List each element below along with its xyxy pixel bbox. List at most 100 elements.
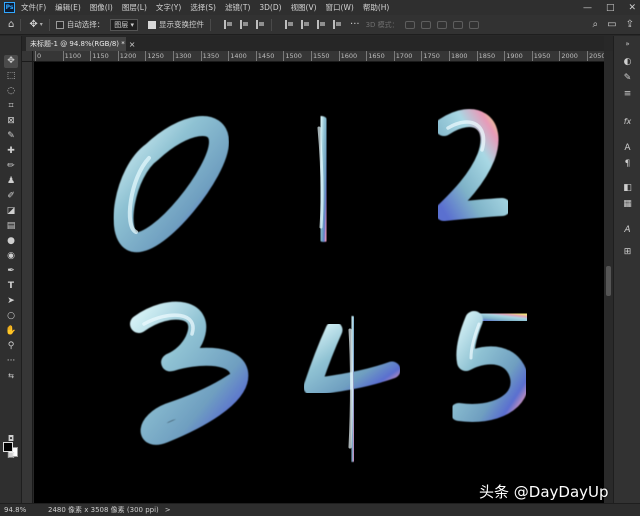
vertical-ruler[interactable] (22, 62, 33, 503)
menu-image[interactable]: 图像(I) (90, 2, 113, 13)
auto-select-target-dropdown[interactable]: 图层 ▾ (110, 18, 139, 31)
zoom-level[interactable]: 94.8% (4, 506, 48, 514)
ruler-tick (366, 51, 368, 61)
ruler-label: 1950 (533, 52, 551, 60)
align-right-icon[interactable] (256, 20, 265, 29)
dodge-tool-icon[interactable]: ◉ (4, 250, 18, 263)
collapse-icon[interactable]: » (621, 38, 634, 50)
history-brush-icon[interactable]: ✐ (4, 190, 18, 203)
align-top-icon[interactable] (285, 20, 294, 29)
frame-tool-icon[interactable]: ⊠ (4, 115, 18, 128)
ruler-label: 1450 (257, 52, 275, 60)
divider (271, 18, 273, 31)
scrollbar-thumb[interactable] (606, 266, 611, 296)
pen-tool-icon[interactable]: ✒ (4, 265, 18, 278)
document-tab[interactable]: 未标题-1 @ 94.8%(RGB/8) * × (26, 37, 135, 51)
ruler-tick (228, 51, 230, 61)
color-panel-icon[interactable]: ◐ (621, 56, 634, 68)
type-tool-icon[interactable]: T (4, 280, 18, 293)
show-transform-checkbox[interactable] (148, 20, 157, 29)
menu-layer[interactable]: 图层(L) (122, 2, 147, 13)
brush-panel-icon[interactable]: ✎ (621, 72, 634, 84)
status-menu-arrow-icon[interactable]: > (165, 506, 171, 514)
menu-file[interactable]: 文件(F) (21, 2, 46, 13)
glyphs-icon[interactable]: A (621, 224, 634, 236)
ruler-tick (531, 51, 533, 61)
foreground-color-swatch[interactable] (3, 442, 13, 452)
fx-icon[interactable]: fx (621, 116, 634, 128)
distribute-icon[interactable] (333, 20, 342, 29)
swap-colors-icon[interactable]: ⇆ (4, 370, 18, 383)
layers-icon[interactable]: ◧ (621, 182, 634, 194)
align-left-icon[interactable] (224, 20, 233, 29)
brush-tool-icon[interactable]: ✏ (4, 160, 18, 173)
ruler-label: 1600 (340, 52, 358, 60)
window-controls: — □ ✕ (583, 0, 636, 15)
close-tab-icon[interactable]: × (129, 40, 136, 49)
ruler-label: 1750 (423, 52, 440, 60)
lasso-tool-icon[interactable]: ◌ (4, 85, 18, 98)
blur-tool-icon[interactable]: ● (4, 235, 18, 248)
ruler-label: 0 (37, 52, 42, 60)
status-bar: 94.8% 2480 像素 x 3508 像素 (300 ppi) > (0, 503, 640, 516)
maximize-icon[interactable]: □ (606, 3, 615, 13)
eyedropper-tool-icon[interactable]: ✎ (4, 130, 18, 143)
digit-0 (113, 116, 230, 253)
ruler-tick (393, 51, 395, 61)
digit-5 (450, 306, 530, 422)
digit-3 (130, 301, 249, 445)
close-window-icon[interactable]: ✕ (628, 3, 636, 13)
menu-window[interactable]: 窗口(W) (326, 2, 354, 13)
eraser-tool-icon[interactable]: ◪ (4, 205, 18, 218)
menu-help[interactable]: 帮助(H) (363, 2, 390, 13)
document-canvas[interactable] (34, 62, 604, 503)
zoom-tool-icon[interactable]: ⚲ (4, 340, 18, 353)
hand-tool-icon[interactable]: ✋ (4, 325, 18, 338)
ruler-tick (62, 51, 64, 61)
marquee-tool-icon[interactable]: ⬚ (4, 70, 18, 83)
minimize-icon[interactable]: — (583, 3, 592, 13)
ruler-label: 1850 (478, 52, 496, 60)
horizontal-ruler[interactable]: 0 1100 1150 1200 1250 1300 1350 1400 1450 1500 155… (33, 51, 604, 62)
photoshop-logo: Ps (4, 2, 15, 13)
workspace-icon[interactable]: ▭ (607, 19, 616, 30)
menu-view[interactable]: 视图(V) (291, 2, 317, 13)
move-tool-icon[interactable]: ✥ (29, 19, 37, 30)
3d-slide-icon (452, 20, 463, 29)
healing-brush-icon[interactable]: ✚ (4, 145, 18, 158)
home-icon[interactable]: ⌂ (8, 19, 14, 30)
menu-select[interactable]: 选择(S) (190, 2, 216, 13)
search-icon[interactable]: ⌕ (593, 19, 599, 30)
ruler-tick (200, 51, 202, 61)
menu-type[interactable]: 文字(Y) (156, 2, 181, 13)
document-tab-title: 未标题-1 @ 94.8%(RGB/8) * (30, 40, 125, 48)
align-vcenter-icon[interactable] (301, 20, 310, 29)
menu-edit[interactable]: 编辑(E) (55, 2, 81, 13)
ruler-label: 1100 (64, 52, 82, 60)
more-tools-icon[interactable]: ··· (4, 355, 18, 368)
menu-3d[interactable]: 3D(D) (259, 3, 281, 12)
ruler-label: 1800 (451, 52, 468, 60)
menu-filter[interactable]: 滤镜(T) (225, 2, 250, 13)
character-icon[interactable]: A (621, 142, 634, 154)
vertical-scrollbar[interactable] (604, 51, 613, 503)
paragraph-icon[interactable]: ¶ (621, 158, 634, 170)
navigator-icon[interactable]: ⊞ (621, 246, 634, 258)
chevron-down-icon[interactable]: ▾ (40, 21, 43, 28)
move-tool-icon[interactable]: ✥ (4, 55, 18, 68)
adjustments-icon[interactable]: ≡ (621, 88, 634, 100)
path-selection-icon[interactable]: ➤ (4, 295, 18, 308)
align-bottom-icon[interactable] (317, 20, 326, 29)
share-icon[interactable]: ⇪ (626, 19, 634, 30)
align-hcenter-icon[interactable] (240, 20, 249, 29)
auto-select-checkbox[interactable] (55, 20, 64, 29)
divider (48, 18, 50, 31)
crop-tool-icon[interactable]: ⌗ (4, 100, 18, 113)
digit-1 (313, 116, 334, 242)
clone-stamp-icon[interactable]: ♟ (4, 175, 18, 188)
ellipse-tool-icon[interactable]: ○ (4, 310, 18, 323)
document-tab-bar: 未标题-1 @ 94.8%(RGB/8) * × (22, 36, 604, 51)
channels-icon[interactable]: ▦ (621, 198, 634, 210)
gradient-tool-icon[interactable]: ▤ (4, 220, 18, 233)
more-options-icon[interactable]: ··· (350, 19, 360, 30)
